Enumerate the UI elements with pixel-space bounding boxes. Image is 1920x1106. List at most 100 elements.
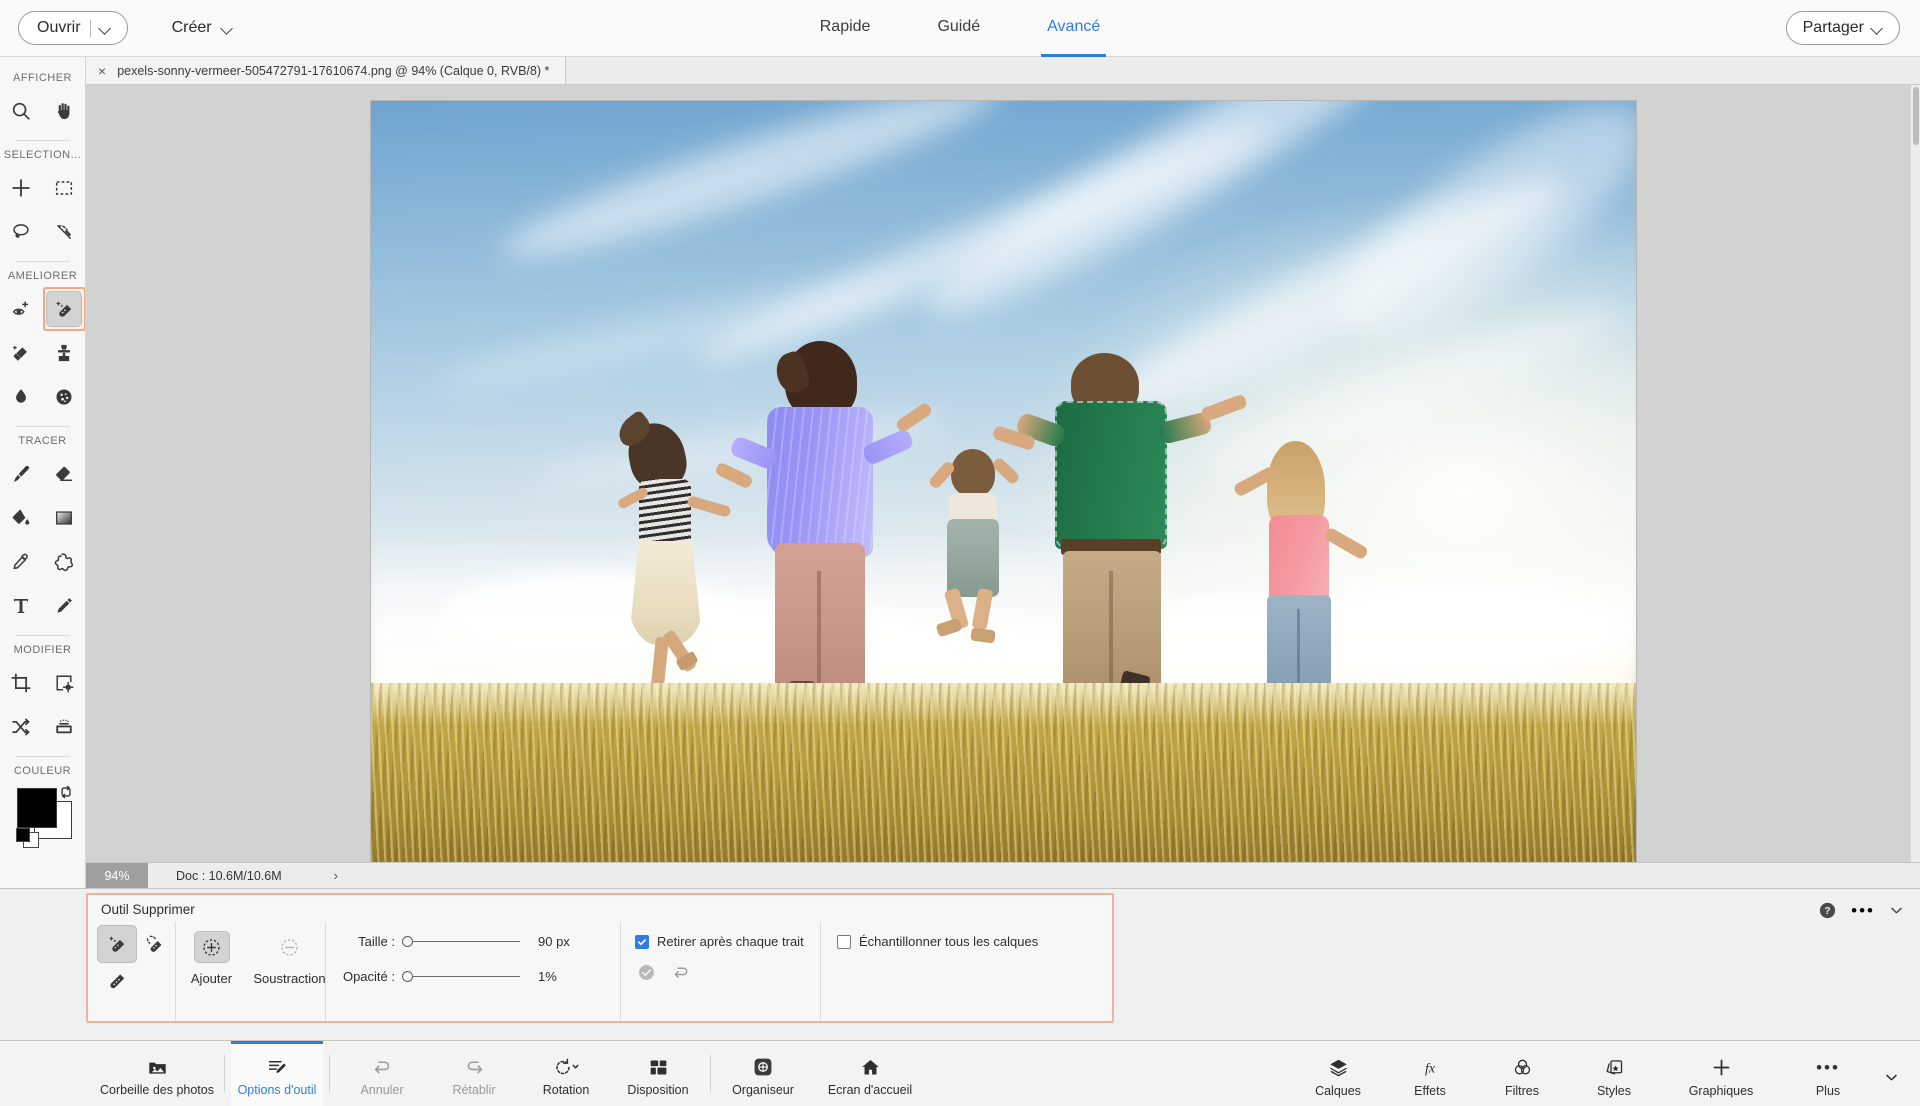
panel-corner-controls: ? •••	[1818, 901, 1904, 920]
more-button[interactable]: ••• Plus	[1782, 1041, 1874, 1106]
scrollbar-thumb[interactable]	[1913, 87, 1919, 145]
opacity-slider[interactable]	[402, 970, 520, 984]
remove-brush-soft-option[interactable]	[136, 926, 174, 962]
tab-rapide[interactable]: Rapide	[814, 0, 877, 57]
swap-colors-icon[interactable]	[59, 785, 73, 804]
rectangular-marquee-tool[interactable]	[43, 166, 86, 210]
rotate-button[interactable]: Rotation	[520, 1041, 612, 1106]
svg-text:fx: fx	[1425, 1061, 1436, 1076]
tool-options-label: Options d'outil	[237, 1083, 317, 1097]
undo-stroke-icon[interactable]	[672, 963, 691, 987]
eraser-tool[interactable]	[43, 452, 86, 496]
redo-button[interactable]: Rétablir	[428, 1041, 520, 1106]
effects-label: Effets	[1414, 1083, 1446, 1098]
tab-guide[interactable]: Guidé	[931, 0, 986, 57]
remove-after-stroke-checkbox[interactable]: Retirer après chaque trait	[635, 934, 820, 949]
default-colors-foreground[interactable]	[15, 828, 30, 842]
close-icon[interactable]: ×	[98, 64, 106, 78]
canvas-viewport[interactable]	[86, 85, 1920, 862]
magic-wand-tool[interactable]	[43, 210, 86, 254]
chevron-down-icon	[1884, 1066, 1899, 1088]
checkbox-box	[635, 934, 649, 949]
filters-button[interactable]: Filtres	[1476, 1041, 1568, 1106]
styles-button[interactable]: Styles	[1568, 1041, 1660, 1106]
bottom-taskbar: Corbeille des photos Options d'outil Ann…	[0, 1040, 1920, 1106]
document-tab-strip: × pexels-sonny-vermeer-505472791-1761067…	[86, 57, 1920, 85]
more-options-icon[interactable]: •••	[1851, 902, 1875, 919]
commit-icon[interactable]	[637, 963, 656, 987]
blur-tool[interactable]	[0, 375, 43, 419]
sample-all-layers-checkbox[interactable]: Échantillonner tous les calques	[837, 934, 1081, 949]
clone-stamp-tool[interactable]	[43, 331, 86, 375]
foreground-color-swatch[interactable]	[16, 788, 57, 828]
checkbox-box	[837, 934, 851, 949]
tool-options-button[interactable]: Options d'outil	[231, 1041, 323, 1106]
subtract-mode-button[interactable]: Soustraction	[253, 932, 326, 1021]
organizer-label: Organiseur	[732, 1083, 794, 1097]
styles-label: Styles	[1596, 1083, 1632, 1098]
color-swatches[interactable]	[13, 785, 73, 850]
custom-shape-tool[interactable]	[43, 540, 86, 584]
remove-brush-plain-option[interactable]	[98, 962, 136, 998]
photo-canvas[interactable]	[370, 101, 1636, 862]
size-slider[interactable]	[402, 935, 520, 949]
rotate-icon	[553, 1056, 579, 1078]
horizon-haze	[370, 531, 1636, 701]
organizer-button[interactable]: Organiseur	[717, 1041, 809, 1106]
red-eye-tool[interactable]	[0, 287, 43, 331]
panel-collapse-button[interactable]	[1874, 1041, 1908, 1106]
status-expand-icon[interactable]: ›	[334, 868, 338, 883]
tool-divider	[15, 756, 70, 757]
create-button[interactable]: Créer	[166, 11, 239, 45]
type-tool[interactable]	[0, 584, 43, 628]
opacity-slider-handle[interactable]	[402, 970, 413, 982]
redo-icon	[464, 1056, 485, 1078]
shuffle-arrows-icon	[4, 710, 38, 744]
size-slider-handle[interactable]	[402, 935, 413, 947]
paint-bucket-tool[interactable]	[0, 496, 43, 540]
canvas-vertical-scrollbar[interactable]	[1910, 85, 1920, 862]
size-value[interactable]: 90 px	[520, 934, 582, 949]
opacity-value[interactable]: 1%	[520, 969, 582, 984]
size-slider-row: Taille : 90 px	[326, 934, 620, 949]
zoom-tool[interactable]	[0, 89, 43, 133]
pencil-tool[interactable]	[43, 584, 86, 628]
straighten-tool[interactable]	[43, 705, 86, 749]
home-screen-button[interactable]: Ecran d'accueil	[809, 1041, 931, 1106]
tab-avance[interactable]: Avancé	[1041, 0, 1107, 57]
share-button[interactable]: Partager	[1785, 11, 1900, 45]
photo-bin-button[interactable]: Corbeille des photos	[96, 1041, 218, 1106]
water-drop-icon	[4, 380, 38, 414]
remove-brush-option[interactable]	[98, 926, 136, 962]
gradient-tool[interactable]	[43, 496, 86, 540]
lasso-tool[interactable]	[0, 210, 43, 254]
zoom-level-input[interactable]: 94%	[86, 862, 148, 889]
home-icon	[860, 1056, 881, 1078]
brush-tool[interactable]	[0, 452, 43, 496]
layers-button[interactable]: Calques	[1292, 1041, 1384, 1106]
recompose-tool[interactable]	[43, 661, 86, 705]
hand-tool[interactable]	[43, 89, 86, 133]
undo-button[interactable]: Annuler	[336, 1041, 428, 1106]
move-tool[interactable]	[0, 166, 43, 210]
smart-brush-tool[interactable]	[0, 331, 43, 375]
collapse-panel-icon[interactable]	[1889, 903, 1904, 918]
more-dots-icon: •••	[1816, 1057, 1840, 1077]
layout-button[interactable]: Disposition	[612, 1041, 704, 1106]
graphics-button[interactable]: Graphiques	[1660, 1041, 1782, 1106]
add-mode-button[interactable]: Ajouter	[178, 932, 246, 1021]
layout-label: Disposition	[627, 1083, 689, 1097]
paint-bucket-icon	[4, 501, 38, 535]
chevron-down-icon[interactable]	[91, 23, 121, 34]
eyedropper-tool[interactable]	[0, 540, 43, 584]
open-button[interactable]: Ouvrir	[18, 11, 128, 45]
tools-sidebar: AFFICHER SELECTION... AMELIORER TRACER M…	[0, 57, 86, 888]
sponge-tool[interactable]	[43, 375, 86, 419]
effects-button[interactable]: fx Effets	[1384, 1041, 1476, 1106]
crop-tool[interactable]	[0, 661, 43, 705]
remove-tool[interactable]	[42, 287, 85, 331]
help-icon[interactable]: ?	[1818, 901, 1837, 920]
content-aware-move-tool[interactable]	[0, 705, 43, 749]
document-tab[interactable]: × pexels-sonny-vermeer-505472791-1761067…	[86, 57, 567, 84]
photo-bin-label: Corbeille des photos	[100, 1083, 214, 1097]
